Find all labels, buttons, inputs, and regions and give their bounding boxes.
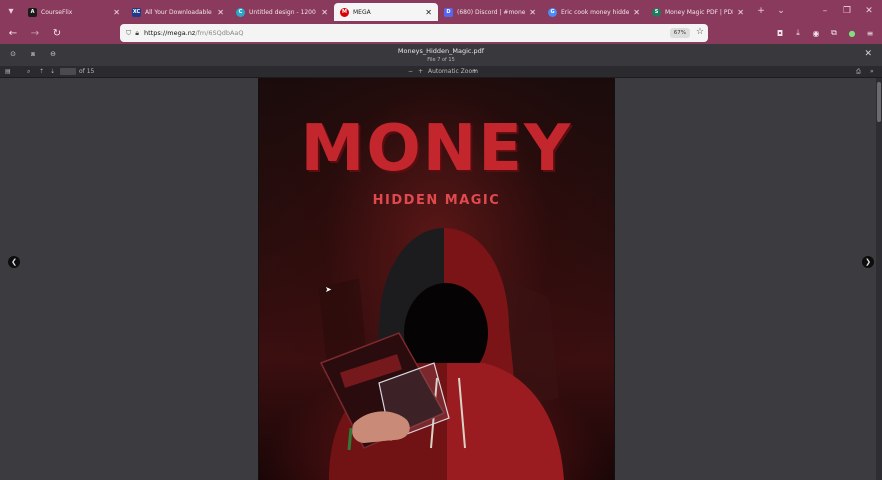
tab-mega[interactable]: M MEGA ✕ — [334, 3, 438, 21]
more-tools-icon[interactable]: » — [870, 68, 874, 75]
zoom-in-icon[interactable]: + — [418, 68, 423, 75]
close-icon[interactable]: ✕ — [321, 8, 328, 17]
tab-untitled-design[interactable]: C Untitled design - 1200 × 700px ✕ — [230, 3, 334, 21]
favicon-icon: S — [652, 7, 661, 17]
search-icon[interactable]: ⌕ — [27, 68, 30, 76]
mouse-cursor-icon: ➤ — [325, 285, 332, 294]
download-icon[interactable]: ⤓ — [792, 27, 804, 39]
google-icon: G — [548, 7, 557, 17]
next-file-arrow-icon[interactable]: ❯ — [862, 256, 874, 268]
mega-logo-icon: M — [340, 7, 349, 17]
tab-list-icon[interactable]: ▾ — [0, 0, 22, 22]
favicon-icon: A — [28, 7, 37, 17]
pdf-toolbar: ▤ ⌕ ⇡ ⇣ of 15 − + Automatic Zoom + ⎙ » — [0, 66, 882, 78]
forward-arrow-icon[interactable]: → — [26, 24, 44, 42]
tab-courseflix[interactable]: A CourseFlix ✕ — [22, 3, 126, 21]
new-tab-icon[interactable]: + — [754, 4, 768, 18]
expand-icon[interactable]: + — [472, 68, 477, 75]
favicon-icon: XC — [132, 7, 141, 17]
page-up-icon[interactable]: ⇡ — [39, 68, 44, 75]
tab-discord[interactable]: D (680) Discord | #money-program... ✕ — [438, 3, 542, 21]
close-icon[interactable]: ✕ — [633, 8, 640, 17]
pdf-viewer-area: ❮ ❯ MONEY HIDDEN MAGIC ➤ — [0, 78, 882, 480]
page-total: of 15 — [79, 68, 95, 75]
favicon-icon: D — [444, 7, 453, 17]
pdf-filename: Moneys_Hidden_Magic.pdf — [397, 47, 485, 55]
close-icon[interactable]: ✕ — [217, 8, 224, 17]
zoom-select[interactable]: Automatic Zoom — [428, 68, 478, 75]
close-viewer-icon[interactable]: ✕ — [864, 49, 872, 59]
extensions-icon[interactable]: ⧉ — [828, 27, 840, 39]
zoom-level-badge[interactable]: 67% — [669, 28, 690, 38]
tab-google-search[interactable]: G Eric cook money hidden magic... ✕ — [542, 3, 646, 21]
cover-title: MONEY — [300, 112, 573, 186]
url-host: https://mega.nz — [143, 29, 196, 37]
url-path: /fm/6SQdbAaQ — [195, 29, 244, 37]
back-arrow-icon[interactable]: ← — [4, 24, 22, 42]
extension-badge-icon[interactable]: ● — [846, 27, 858, 39]
sidebar-toggle-icon[interactable]: ▤ — [5, 68, 11, 75]
navigation-bar: ← → ↻ ⛉ 🔒︎ https://mega.nz /fm/6SQdbAaQ … — [0, 22, 882, 44]
cover-subtitle: HIDDEN MAGIC — [372, 193, 501, 208]
toolbar-icons: ◘ ⤓ ◉ ⧉ ● ≡ — [774, 24, 876, 42]
pdf-viewer-header: ⊙ ⧈ ⊖ Moneys_Hidden_Magic.pdf File 7 of … — [0, 44, 882, 66]
address-bar[interactable]: ⛉ 🔒︎ https://mega.nz /fm/6SQdbAaQ 67% ☆ — [120, 24, 708, 42]
pocket-icon[interactable]: ◘ — [774, 27, 786, 39]
file-counter: File 7 of 15 — [427, 57, 455, 63]
previous-file-arrow-icon[interactable]: ❮ — [8, 256, 20, 268]
reload-icon[interactable]: ↻ — [48, 24, 66, 42]
tab-strip: ▾ A CourseFlix ✕ XC All Your Downloadabl… — [0, 0, 882, 22]
close-icon[interactable]: ✕ — [113, 8, 120, 17]
minimize-icon[interactable]: – — [818, 4, 832, 18]
account-icon[interactable]: ◉ — [810, 27, 822, 39]
close-icon[interactable]: ✕ — [425, 8, 432, 17]
close-icon[interactable]: ✕ — [529, 8, 536, 17]
favicon-icon: C — [236, 7, 245, 17]
menu-icon[interactable]: ≡ — [864, 27, 876, 39]
close-icon[interactable]: ✕ — [737, 8, 744, 17]
zoom-out-icon[interactable]: − — [408, 68, 413, 75]
pdf-page-cover: MONEY HIDDEN MAGIC — [258, 78, 615, 480]
page-number-input[interactable] — [60, 68, 76, 75]
vertical-scrollbar[interactable] — [876, 78, 882, 480]
page-down-icon[interactable]: ⇣ — [50, 68, 55, 75]
tab-downloadable-files[interactable]: XC All Your Downloadable Files... ✕ — [126, 3, 230, 21]
bookmark-star-icon[interactable]: ☆ — [696, 27, 704, 37]
window-close-icon[interactable]: ✕ — [862, 4, 876, 18]
scrollbar-thumb[interactable] — [877, 82, 881, 122]
chevron-down-icon[interactable]: ⌄ — [774, 4, 788, 18]
restore-icon[interactable]: ❐ — [840, 4, 854, 18]
print-icon[interactable]: ⎙ — [856, 68, 861, 76]
lock-icon[interactable]: 🔒︎ — [135, 29, 139, 38]
shield-icon[interactable]: ⛉ — [126, 29, 131, 38]
tab-money-magic-pdf[interactable]: S Money Magic PDF | PDF | Playin... ✕ — [646, 3, 750, 21]
